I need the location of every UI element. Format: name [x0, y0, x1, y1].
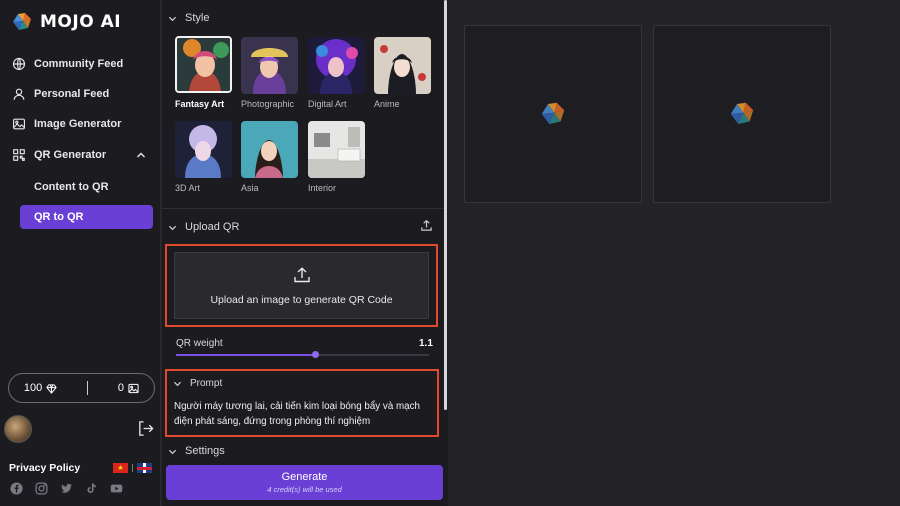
style-heading: Style: [185, 12, 210, 24]
style-tile-fantasy-art[interactable]: [175, 36, 232, 93]
style-tile-interior[interactable]: [308, 121, 365, 178]
sidebar-item-community-feed[interactable]: Community Feed: [12, 54, 123, 74]
anime-thumbnail: [374, 37, 431, 94]
sidebar-item-label: Personal Feed: [34, 88, 110, 100]
upload-dropzone[interactable]: Upload an image to generate QR Code: [174, 252, 429, 319]
logout-icon[interactable]: [137, 420, 154, 437]
credits-divider: [87, 381, 89, 395]
sidebar-item-image-generator[interactable]: Image Generator: [12, 114, 121, 134]
generate-label: Generate: [281, 471, 328, 483]
prompt-highlight: Prompt Người máy tương lai, cải tiến kim…: [165, 369, 439, 437]
digital-art-thumbnail: [308, 37, 365, 94]
style-label: Fantasy Art: [175, 99, 225, 109]
slider-thumb[interactable]: [311, 351, 319, 358]
style-tile-anime[interactable]: [374, 37, 431, 94]
image-count: 0: [117, 382, 125, 394]
prompt-section-header[interactable]: Prompt: [173, 378, 222, 389]
flag-vietnam-icon[interactable]: ★: [113, 463, 128, 473]
app-name: MOJO AI: [40, 12, 122, 32]
sidebar-subitem-qr-to-qr[interactable]: QR to QR: [20, 205, 153, 229]
style-label: Interior: [308, 183, 337, 193]
diamond-count: 100: [23, 382, 43, 394]
youtube-icon[interactable]: [110, 482, 123, 495]
diamond-icon: [46, 383, 57, 394]
mojo-logo-icon: [541, 102, 565, 124]
avatar[interactable]: [4, 415, 32, 443]
upload-heading: Upload QR: [185, 221, 240, 233]
privacy-policy-link[interactable]: Privacy Policy: [9, 462, 80, 474]
interior-thumbnail: [308, 121, 365, 178]
style-tile-photographic[interactable]: [241, 37, 298, 94]
credits-pill[interactable]: 100 0: [8, 373, 155, 403]
twitter-icon[interactable]: [60, 482, 73, 495]
asia-thumbnail: [241, 121, 298, 178]
style-label: Asia: [241, 183, 259, 193]
sidebar-item-personal-feed[interactable]: Personal Feed: [12, 84, 109, 104]
flag-divider: [132, 464, 133, 472]
3d-art-thumbnail: [175, 121, 232, 178]
upload-icon[interactable]: [420, 219, 433, 232]
sidebar-subitem-label: QR to QR: [34, 211, 84, 223]
generate-credit-note: 4 credit(s) will be used: [267, 485, 342, 494]
sidebar-subitem-content-to-qr[interactable]: Content to QR: [34, 181, 109, 193]
upload-section-header[interactable]: Upload QR: [168, 221, 239, 233]
chevron-down-icon: [168, 225, 177, 230]
qr-weight-slider[interactable]: [176, 351, 429, 358]
fantasy-art-thumbnail: [177, 38, 230, 91]
chevron-up-icon[interactable]: [136, 150, 146, 160]
section-divider: [162, 208, 447, 209]
sidebar-item-label: Community Feed: [34, 58, 124, 70]
mojo-logo-icon: [730, 102, 754, 124]
prompt-heading: Prompt: [190, 378, 223, 389]
settings-heading: Settings: [185, 445, 225, 457]
qr-icon: [13, 149, 25, 161]
app-logo[interactable]: MOJO AI: [10, 10, 121, 34]
facebook-icon[interactable]: [10, 482, 23, 495]
result-placeholder-card[interactable]: [653, 25, 831, 203]
upload-dropzone-highlight: Upload an image to generate QR Code: [165, 244, 438, 327]
settings-section-header[interactable]: Settings: [168, 445, 225, 457]
image-credit-icon: [128, 383, 139, 393]
style-label: 3D Art: [175, 183, 201, 193]
qr-weight-value: 1.1: [419, 338, 433, 349]
slider-fill: [176, 354, 316, 356]
style-label: Digital Art: [308, 99, 347, 109]
qr-weight-label: QR weight: [176, 338, 223, 349]
sidebar-item-label: Image Generator: [34, 118, 122, 130]
social-links: [10, 482, 123, 495]
style-tile-3d-art[interactable]: [175, 121, 232, 178]
mojo-logo-icon: [13, 13, 31, 30]
prompt-textarea[interactable]: Người máy tương lai, cải tiến kim loại b…: [174, 399, 430, 429]
panel-scrollbar[interactable]: [444, 0, 447, 410]
chevron-down-icon: [168, 449, 177, 454]
chevron-down-icon: [168, 16, 177, 21]
style-section-header[interactable]: Style: [168, 12, 209, 24]
chevron-down-icon: [173, 381, 182, 387]
flag-uk-icon[interactable]: [137, 463, 152, 473]
tiktok-icon[interactable]: [85, 482, 98, 495]
style-tile-digital-art[interactable]: [308, 37, 365, 94]
result-placeholder-card[interactable]: [464, 25, 642, 203]
language-switcher: ★: [113, 463, 152, 473]
sidebar-item-qr-generator[interactable]: QR Generator: [12, 145, 106, 165]
photographic-thumbnail: [241, 37, 298, 94]
generate-button[interactable]: Generate 4 credit(s) will be used: [166, 465, 443, 500]
globe-icon: [12, 57, 26, 71]
upload-arrow-icon: [293, 266, 310, 282]
sidebar: MOJO AI Community Feed Personal Feed Ima…: [0, 0, 161, 506]
upload-instruction: Upload an image to generate QR Code: [210, 293, 393, 306]
instagram-icon[interactable]: [35, 482, 48, 495]
user-icon: [13, 88, 25, 100]
style-label: Photographic: [241, 99, 295, 109]
style-tile-asia[interactable]: [241, 121, 298, 178]
style-label: Anime: [374, 99, 400, 109]
image-icon: [13, 118, 25, 130]
sidebar-item-label: QR Generator: [34, 149, 107, 161]
